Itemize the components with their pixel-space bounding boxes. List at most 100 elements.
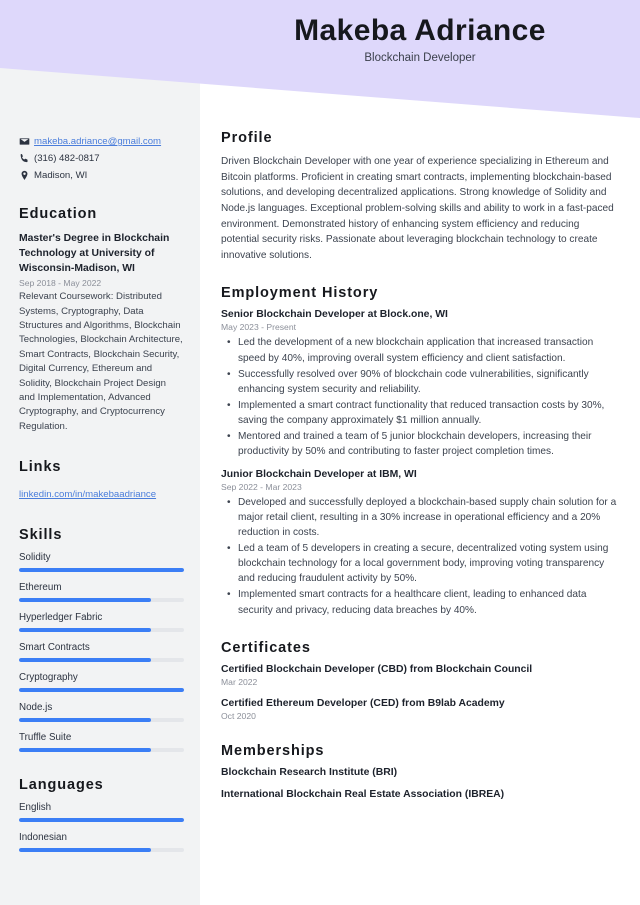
skill-item: Node.js [19, 702, 184, 723]
job-bullet: Developed and successfully deployed a bl… [227, 495, 619, 540]
skills-section: Skills Solidity Ethereum Hyperledger Fabri… [19, 527, 184, 753]
skill-item: Hyperledger Fabric [19, 612, 184, 633]
profile-heading: Profile [221, 130, 273, 146]
language-label: Indonesian [19, 832, 67, 844]
skill-label: Cryptography [19, 672, 78, 684]
language-level-track [19, 848, 184, 853]
skill-level-track [19, 718, 184, 723]
skill-level-fill [19, 748, 151, 753]
memberships-section: Memberships Blockchain Research Institut… [221, 743, 619, 800]
certificates-list: Certified Blockchain Developer (CBD) fro… [221, 664, 619, 721]
skill-level-fill [19, 718, 151, 723]
skill-level-fill [19, 658, 151, 663]
job-entry: Senior Blockchain Developer at Block.one… [221, 309, 619, 459]
contact-email-link[interactable]: makeba.adriance@gmail.com [34, 136, 161, 147]
skill-level-fill [19, 688, 184, 693]
contact-location-row: Madison, WI [19, 170, 184, 181]
map-pin-icon [19, 170, 34, 181]
skills-list: Solidity Ethereum Hyperledger Fabric Smart … [19, 552, 184, 753]
skill-level-fill [19, 628, 151, 633]
job-date: May 2023 - Present [221, 322, 296, 333]
job-date: Sep 2022 - Mar 2023 [221, 481, 302, 492]
education-heading: Education [19, 206, 98, 222]
skill-label: Hyperledger Fabric [19, 612, 103, 624]
certificate-entry: Certified Blockchain Developer (CBD) fro… [221, 664, 619, 687]
job-bullets: Led the development of a new blockchain … [221, 335, 619, 459]
certificate-date: Mar 2022 [221, 676, 258, 687]
language-level-track [19, 818, 184, 823]
skill-level-track [19, 598, 184, 603]
skill-level-fill [19, 598, 151, 603]
skill-item: Truffle Suite [19, 732, 184, 753]
job-bullets: Developed and successfully deployed a bl… [221, 495, 619, 618]
jobs-list: Senior Blockchain Developer at Block.one… [221, 309, 619, 617]
language-level-fill [19, 818, 184, 823]
links-heading: Links [19, 459, 62, 476]
membership-item: International Blockchain Real Estate Ass… [221, 788, 505, 800]
skill-label: Smart Contracts [19, 642, 90, 654]
contact-phone-text: (316) 482-0817 [34, 153, 100, 164]
profile-section: Profile Driven Blockchain Developer with… [221, 130, 619, 263]
job-bullet: Successfully resolved over 90% of blockc… [227, 367, 619, 397]
certificate-title: Certified Ethereum Developer (CED) from … [221, 697, 505, 709]
candidate-name: Makeba Adriance [294, 14, 546, 47]
contact-email-row[interactable]: makeba.adriance@gmail.com [19, 136, 184, 147]
employment-section: Employment History Senior Blockchain Dev… [221, 285, 619, 617]
skill-level-track [19, 568, 184, 573]
languages-list: English Indonesian [19, 802, 184, 853]
candidate-role: Blockchain Developer [364, 51, 476, 64]
skill-level-fill [19, 568, 184, 573]
employment-heading: Employment History [221, 285, 379, 302]
skill-level-track [19, 658, 184, 663]
skill-item: Ethereum [19, 582, 184, 603]
education-entry: Master's Degree in Blockchain Technology… [19, 231, 184, 434]
job-bullet: Led the development of a new blockchain … [227, 335, 619, 365]
language-label: English [19, 802, 52, 814]
skill-label: Solidity [19, 552, 51, 564]
skill-label: Truffle Suite [19, 732, 72, 744]
skill-level-track [19, 748, 184, 753]
job-bullet: Implemented a smart contract functionali… [227, 398, 619, 428]
skill-label: Node.js [19, 702, 53, 714]
skill-label: Ethereum [19, 582, 62, 594]
language-item: English [19, 802, 184, 823]
skill-item: Smart Contracts [19, 642, 184, 663]
main-column: Profile Driven Blockchain Developer with… [221, 130, 619, 822]
certificates-section: Certificates Certified Blockchain Develo… [221, 640, 619, 721]
education-description: Relevant Coursework: Distributed Systems… [19, 291, 183, 432]
skill-item: Cryptography [19, 672, 184, 693]
membership-item: Blockchain Research Institute (BRI) [221, 766, 398, 778]
certificate-entry: Certified Ethereum Developer (CED) from … [221, 698, 619, 721]
contact-block: makeba.adriance@gmail.com (316) 482-0817… [19, 136, 184, 181]
link-linkedin[interactable]: linkedin.com/in/makebaadriance [19, 489, 156, 500]
education-date: Sep 2018 - May 2022 [19, 278, 102, 289]
certificates-heading: Certificates [221, 639, 311, 656]
skill-item: Solidity [19, 552, 184, 573]
job-entry: Junior Blockchain Developer at IBM, WI Se… [221, 469, 619, 618]
education-section: Education Master's Degree in Blockchain … [19, 206, 184, 434]
skill-level-track [19, 688, 184, 693]
memberships-heading: Memberships [221, 742, 325, 759]
language-level-fill [19, 848, 151, 853]
sidebar: makeba.adriance@gmail.com (316) 482-0817… [0, 0, 200, 905]
education-title: Master's Degree in Blockchain Technology… [19, 233, 170, 275]
skills-heading: Skills [19, 527, 63, 544]
languages-section: Languages English Indonesian [19, 777, 184, 853]
certificate-title: Certified Blockchain Developer (CBD) fro… [221, 663, 533, 675]
envelope-icon [19, 136, 34, 147]
job-bullet: Implemented smart contracts for a health… [227, 587, 619, 617]
job-title: Junior Blockchain Developer at IBM, WI [221, 468, 417, 480]
languages-heading: Languages [19, 777, 104, 794]
contact-phone-row: (316) 482-0817 [19, 153, 184, 164]
language-item: Indonesian [19, 832, 184, 853]
job-bullet: Mentored and trained a team of 5 junior … [227, 429, 619, 459]
phone-icon [19, 153, 34, 164]
job-title: Senior Blockchain Developer at Block.one… [221, 309, 448, 321]
contact-location-text: Madison, WI [34, 170, 88, 181]
links-section: Links linkedin.com/in/makebaadriance [19, 459, 184, 502]
profile-text: Driven Blockchain Developer with one yea… [221, 156, 614, 261]
job-bullet: Led a team of 5 developers in creating a… [227, 541, 619, 586]
memberships-list: Blockchain Research Institute (BRI) Inter… [221, 767, 619, 800]
skill-level-track [19, 628, 184, 633]
certificate-date: Oct 2020 [221, 710, 256, 721]
